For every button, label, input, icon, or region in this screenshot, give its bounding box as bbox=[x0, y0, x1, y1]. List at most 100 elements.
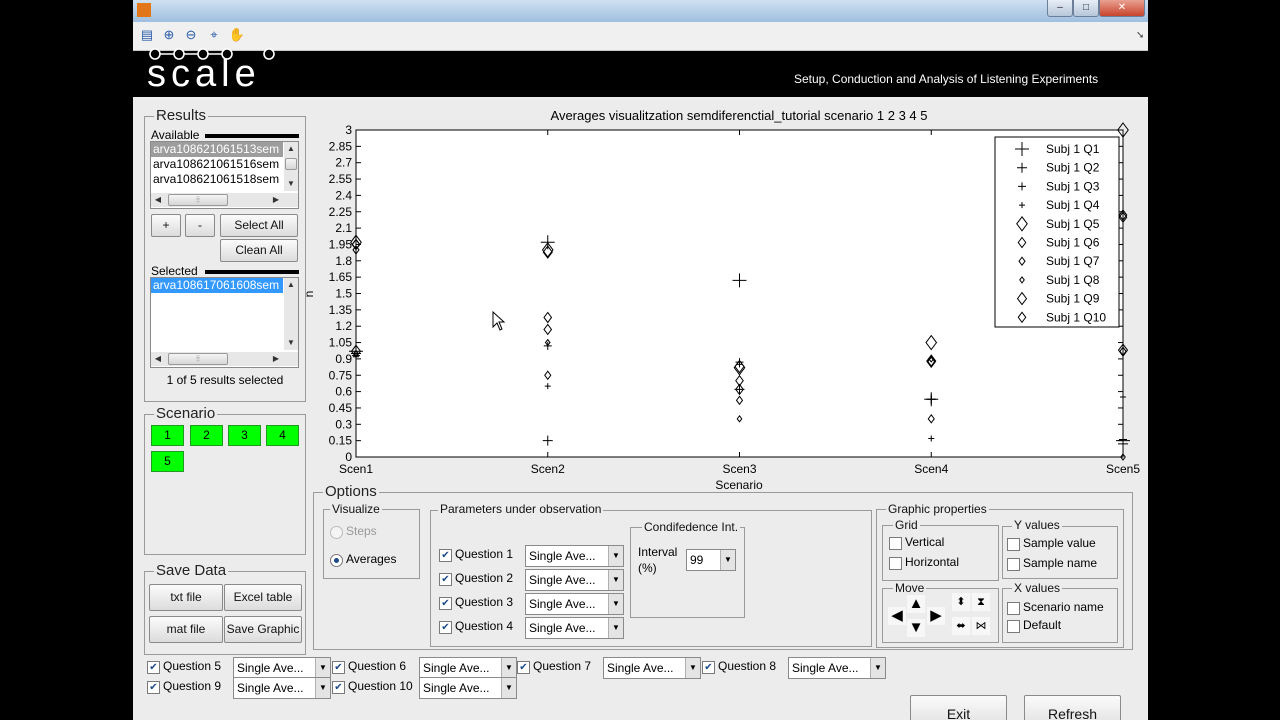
vertical-grid-checkbox[interactable] bbox=[889, 537, 902, 550]
question-checkbox[interactable]: ✔ bbox=[517, 661, 530, 674]
grid-title: Grid bbox=[893, 518, 920, 532]
y-values-panel bbox=[1002, 526, 1118, 579]
y-tick-label: 0.45 bbox=[329, 401, 353, 415]
move-left-icon[interactable]: ◀ bbox=[888, 607, 906, 625]
dropdown-arrow-icon[interactable]: ▼ bbox=[315, 678, 330, 698]
dropdown-arrow-icon[interactable]: ▼ bbox=[720, 550, 735, 570]
y-axis-label: n bbox=[302, 291, 316, 298]
shrink-horizontal-icon[interactable]: ⋈ bbox=[972, 617, 990, 635]
dropdown-arrow-icon[interactable]: ▼ bbox=[685, 658, 700, 678]
dropdown-arrow-icon[interactable]: ▼ bbox=[315, 658, 330, 678]
question-dropdown-value: Single Ave... bbox=[423, 681, 490, 695]
dropdown-arrow-icon[interactable]: ▼ bbox=[608, 546, 623, 566]
question-checkbox[interactable]: ✔ bbox=[147, 661, 160, 674]
legend-entry: Subj 1 Q1 bbox=[1046, 142, 1100, 156]
default-checkbox[interactable] bbox=[1007, 620, 1020, 633]
question-dropdown[interactable]: Single Ave... ▼ bbox=[233, 657, 331, 679]
interval-dropdown[interactable]: 99 ▼ bbox=[686, 549, 736, 571]
question-dropdown[interactable]: Single Ave... ▼ bbox=[525, 617, 624, 639]
question-checkbox[interactable]: ✔ bbox=[332, 681, 345, 694]
scatter-chart[interactable]: Averages visualitzation semdiferenctial_… bbox=[133, 100, 1148, 495]
question-checkbox[interactable]: ✔ bbox=[439, 621, 452, 634]
expand-vertical-icon[interactable]: ⬍ bbox=[952, 593, 970, 611]
legend-entry: Subj 1 Q9 bbox=[1046, 292, 1100, 306]
options-title: Options bbox=[323, 483, 379, 500]
x-values-title: X values bbox=[1012, 581, 1063, 595]
pan-hand-icon[interactable]: ✋ bbox=[227, 25, 247, 45]
question-checkbox[interactable]: ✔ bbox=[439, 549, 452, 562]
minimize-button[interactable]: – bbox=[1047, 0, 1073, 17]
move-title: Move bbox=[893, 581, 927, 595]
legend-entry: Subj 1 Q6 bbox=[1046, 236, 1100, 250]
chart-title: Averages visualitzation semdiferenctial_… bbox=[551, 108, 928, 123]
legend-entry: Subj 1 Q2 bbox=[1046, 161, 1100, 175]
question-dropdown[interactable]: Single Ave... ▼ bbox=[419, 657, 517, 679]
dropdown-arrow-icon[interactable]: ▼ bbox=[608, 618, 623, 638]
refresh-button[interactable]: Refresh bbox=[1024, 695, 1121, 720]
question-checkbox[interactable]: ✔ bbox=[147, 681, 160, 694]
dropdown-arrow-icon[interactable]: ▼ bbox=[870, 658, 885, 678]
maximize-button[interactable]: □ bbox=[1073, 0, 1099, 17]
move-up-icon[interactable]: ▲ bbox=[907, 595, 925, 613]
legend-entry: Subj 1 Q8 bbox=[1046, 273, 1100, 287]
exit-button[interactable]: Exit bbox=[910, 695, 1007, 720]
question-checkbox[interactable]: ✔ bbox=[702, 661, 715, 674]
save-graphic-button[interactable]: Save Graphic bbox=[224, 616, 302, 643]
banner: scale Setup, Conduction and Analysis of … bbox=[133, 48, 1148, 97]
scenario-name-checkbox[interactable] bbox=[1007, 602, 1020, 615]
y-tick-label: 3 bbox=[345, 123, 352, 137]
sample-value-checkbox[interactable] bbox=[1007, 538, 1020, 551]
y-tick-label: 0.6 bbox=[335, 385, 352, 399]
question-checkbox[interactable]: ✔ bbox=[332, 661, 345, 674]
question-label: Question 4 bbox=[455, 619, 514, 633]
question-label: Question 1 bbox=[455, 547, 514, 561]
y-tick-label: 1.8 bbox=[335, 254, 352, 268]
horizontal-grid-checkbox[interactable] bbox=[889, 557, 902, 570]
legend-entry: Subj 1 Q3 bbox=[1046, 179, 1100, 193]
y-tick-label: 2.55 bbox=[329, 172, 353, 186]
x-tick-label: Scen5 bbox=[1106, 462, 1140, 476]
question-dropdown-value: Single Ave... bbox=[237, 661, 304, 675]
dropdown-arrow-icon[interactable]: ▼ bbox=[501, 678, 516, 698]
save-mat-button[interactable]: mat file bbox=[149, 616, 223, 643]
dock-arrow-icon[interactable]: ➘ bbox=[1136, 30, 1144, 41]
question-dropdown[interactable]: Single Ave... ▼ bbox=[525, 593, 624, 615]
data-cursor-icon[interactable]: ⌖ bbox=[204, 25, 224, 45]
x-tick-label: Scen1 bbox=[339, 462, 373, 476]
steps-radio[interactable] bbox=[330, 526, 343, 539]
horizontal-label: Horizontal bbox=[905, 555, 960, 569]
dropdown-arrow-icon[interactable]: ▼ bbox=[501, 658, 516, 678]
legend-entry: Subj 1 Q4 bbox=[1046, 198, 1100, 212]
expand-horizontal-icon[interactable]: ⬌ bbox=[952, 617, 970, 635]
x-axis-label: Scenario bbox=[715, 478, 763, 492]
save-txt-button[interactable]: txt file bbox=[149, 584, 223, 611]
dropdown-arrow-icon[interactable]: ▼ bbox=[608, 594, 623, 614]
y-tick-label: 2.4 bbox=[335, 188, 352, 202]
visualize-panel bbox=[323, 509, 420, 579]
save-excel-button[interactable]: Excel table bbox=[224, 584, 302, 611]
legend[interactable]: Subj 1 Q1 Subj 1 Q2 Subj 1 Q3 Subj 1 Q4 Subj… bbox=[994, 136, 1120, 328]
default-label: Default bbox=[1023, 618, 1062, 632]
question-dropdown[interactable]: Single Ave... ▼ bbox=[525, 569, 624, 591]
move-down-icon[interactable]: ▼ bbox=[907, 619, 925, 637]
averages-radio[interactable] bbox=[330, 554, 343, 567]
y-tick-label: 2.1 bbox=[335, 221, 352, 235]
sample-name-checkbox[interactable] bbox=[1007, 558, 1020, 571]
question-dropdown[interactable]: Single Ave... ▼ bbox=[419, 677, 517, 699]
question-dropdown[interactable]: Single Ave... ▼ bbox=[233, 677, 331, 699]
question-checkbox[interactable]: ✔ bbox=[439, 597, 452, 610]
dropdown-arrow-icon[interactable]: ▼ bbox=[608, 570, 623, 590]
question-checkbox[interactable]: ✔ bbox=[439, 573, 452, 586]
legend-icon[interactable]: ▤ bbox=[137, 25, 157, 45]
zoom-in-icon[interactable]: ⊕ bbox=[159, 25, 179, 45]
shrink-vertical-icon[interactable]: ⧗ bbox=[972, 593, 990, 611]
mouse-cursor-icon bbox=[492, 311, 506, 331]
y-tick-label: 2.25 bbox=[329, 205, 353, 219]
question-dropdown[interactable]: Single Ave... ▼ bbox=[603, 657, 701, 679]
move-right-icon[interactable]: ▶ bbox=[927, 607, 945, 625]
question-dropdown[interactable]: Single Ave... ▼ bbox=[788, 657, 886, 679]
question-dropdown[interactable]: Single Ave... ▼ bbox=[525, 545, 624, 567]
zoom-out-icon[interactable]: ⊖ bbox=[181, 25, 201, 45]
y-tick-label: 1.95 bbox=[329, 237, 353, 251]
close-button[interactable]: ✕ bbox=[1099, 0, 1145, 17]
